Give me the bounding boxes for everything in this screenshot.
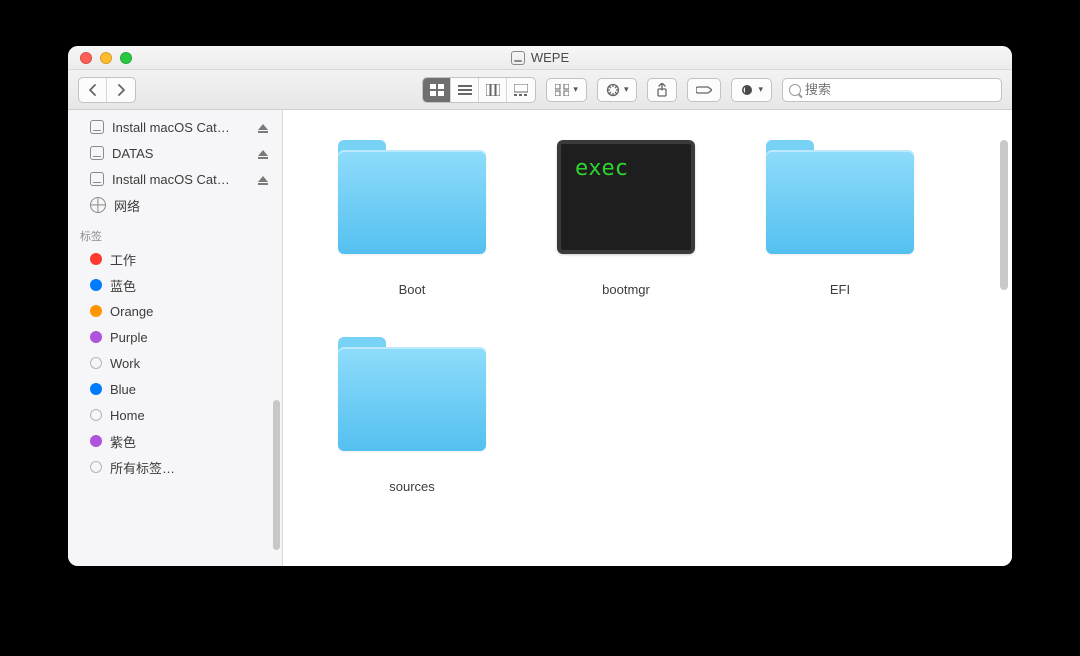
sidebar-item-label: Install macOS Catalina <box>112 120 230 135</box>
folder-icon <box>338 140 486 254</box>
share-button[interactable] <box>647 78 677 102</box>
globe-icon <box>90 197 106 213</box>
sidebar-tag-item[interactable]: Home <box>68 402 282 428</box>
sidebar-item-label: Blue <box>110 382 136 397</box>
file-item-folder[interactable]: Boot <box>307 140 517 297</box>
eject-icon[interactable] <box>258 150 268 156</box>
view-column-button[interactable] <box>479 78 507 102</box>
sidebar-item-label: 所有标签… <box>110 458 175 477</box>
sidebar: Install macOS Catalina DATAS Install mac… <box>68 110 283 566</box>
content-scrollbar[interactable] <box>1000 140 1008 290</box>
file-item-folder[interactable]: sources <box>307 337 517 494</box>
zoom-button[interactable] <box>120 52 132 64</box>
title-text: WEPE <box>531 50 569 65</box>
sidebar-network-item[interactable]: 网络 <box>68 192 282 218</box>
tag-dot-icon <box>90 253 102 265</box>
titlebar: WEPE <box>68 46 1012 70</box>
chevron-down-icon: ▾ <box>573 84 578 95</box>
window-body: Install macOS Catalina DATAS Install mac… <box>68 110 1012 566</box>
sidebar-tag-item[interactable]: Orange <box>68 298 282 324</box>
sidebar-item-label: 蓝色 <box>110 276 136 295</box>
drive-icon <box>511 51 525 65</box>
sidebar-item-label: Home <box>110 408 145 423</box>
group-by-button[interactable]: ▾ <box>546 78 587 102</box>
sidebar-tag-item[interactable]: Purple <box>68 324 282 350</box>
tag-dot-icon <box>90 461 102 473</box>
sidebar-tag-item[interactable]: 紫色 <box>68 428 282 454</box>
sidebar-device-item[interactable]: Install macOS Catalina <box>68 166 282 192</box>
drive-icon <box>90 146 104 160</box>
minimize-button[interactable] <box>100 52 112 64</box>
exec-icon: exec <box>557 140 695 254</box>
sidebar-device-item[interactable]: DATAS <box>68 140 282 166</box>
window-title: WEPE <box>511 50 569 65</box>
view-icon-button[interactable] <box>423 78 451 102</box>
sidebar-item-label: 工作 <box>110 250 136 269</box>
file-name: Boot <box>399 282 426 297</box>
tag-dot-icon <box>90 383 102 395</box>
search-field[interactable] <box>782 78 1002 102</box>
file-name: sources <box>389 479 435 494</box>
toolbar: ▾ ▾ ▾ <box>68 70 1012 110</box>
tag-dot-icon <box>90 357 102 369</box>
view-mode-segment <box>422 77 536 103</box>
file-name: EFI <box>830 282 850 297</box>
close-button[interactable] <box>80 52 92 64</box>
drive-icon <box>90 172 104 186</box>
eject-icon[interactable] <box>258 176 268 182</box>
search-icon <box>789 84 801 96</box>
sidebar-scrollbar[interactable] <box>273 400 280 550</box>
view-list-button[interactable] <box>451 78 479 102</box>
sidebar-item-label: Orange <box>110 304 153 319</box>
action-menu-button[interactable]: ▾ <box>597 78 638 102</box>
sidebar-item-label: Install macOS Catalina <box>112 172 230 187</box>
nav-back-forward <box>78 77 136 103</box>
eject-icon[interactable] <box>258 124 268 130</box>
folder-icon <box>338 337 486 451</box>
search-input[interactable] <box>805 82 995 97</box>
tag-dot-icon <box>90 331 102 343</box>
tags-button[interactable] <box>687 78 721 102</box>
file-grid[interactable]: Boot exec bootmgr EFI sources <box>283 110 1012 566</box>
chevron-down-icon: ▾ <box>758 84 763 95</box>
sidebar-item-label: Purple <box>110 330 148 345</box>
file-name: bootmgr <box>602 282 650 297</box>
privacy-button[interactable]: ▾ <box>731 78 772 102</box>
sidebar-tag-item[interactable]: Work <box>68 350 282 376</box>
drive-icon <box>90 120 104 134</box>
chevron-down-icon: ▾ <box>624 84 629 95</box>
tag-dot-icon <box>90 409 102 421</box>
exec-text: exec <box>575 156 628 181</box>
sidebar-device-item[interactable]: Install macOS Catalina <box>68 114 282 140</box>
sidebar-item-label: Work <box>110 356 140 371</box>
tag-dot-icon <box>90 279 102 291</box>
sidebar-tag-item[interactable]: Blue <box>68 376 282 402</box>
finder-window: WEPE <box>68 46 1012 566</box>
sidebar-tag-item[interactable]: 工作 <box>68 246 282 272</box>
sidebar-tag-item[interactable]: 蓝色 <box>68 272 282 298</box>
sidebar-item-label: DATAS <box>112 146 153 161</box>
sidebar-item-label: 网络 <box>114 196 140 215</box>
file-item-folder[interactable]: EFI <box>735 140 945 297</box>
sidebar-tag-all[interactable]: 所有标签… <box>68 454 282 480</box>
file-item-exec[interactable]: exec bootmgr <box>521 140 731 297</box>
sidebar-item-label: 紫色 <box>110 432 136 451</box>
tag-dot-icon <box>90 435 102 447</box>
view-gallery-button[interactable] <box>507 78 535 102</box>
forward-button[interactable] <box>107 78 135 102</box>
traffic-lights <box>80 52 132 64</box>
tag-dot-icon <box>90 305 102 317</box>
back-button[interactable] <box>79 78 107 102</box>
sidebar-tags-header: 标签 <box>68 218 282 246</box>
folder-icon <box>766 140 914 254</box>
